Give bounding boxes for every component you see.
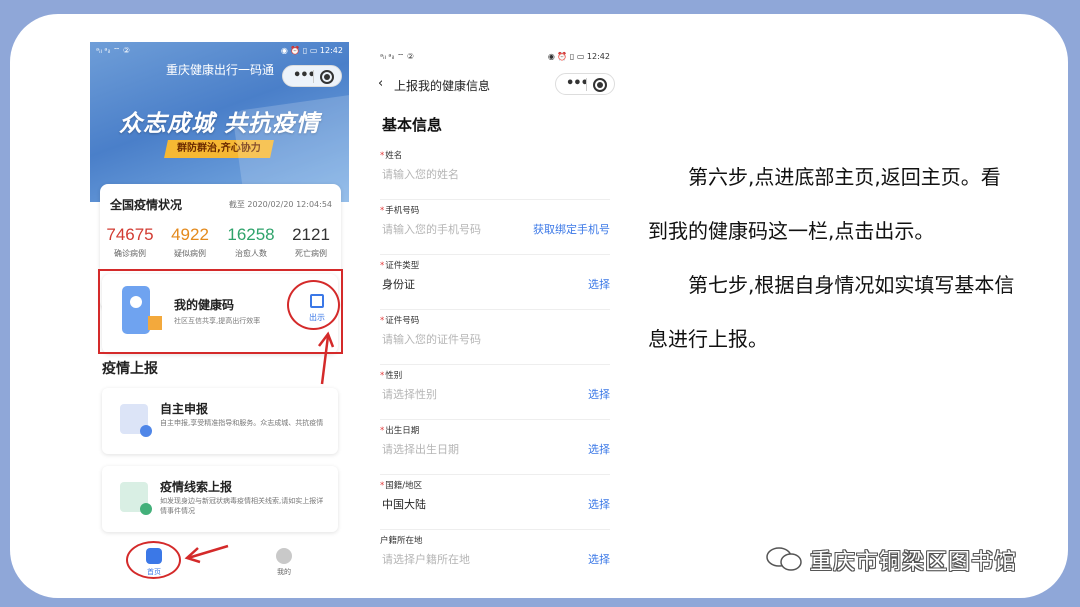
field-name[interactable]: *姓名 请输入您的姓名 [380, 145, 610, 200]
highlight-circle [287, 280, 340, 330]
stat-cured: 16258 治愈人数 [221, 224, 281, 259]
field-birthdate[interactable]: *出生日期 请选择出生日期 选择 [380, 420, 610, 475]
get-bound-phone-link[interactable]: 获取绑定手机号 [533, 221, 610, 237]
stat-value: 16258 [227, 225, 275, 244]
user-icon [276, 548, 292, 564]
capsule-menu[interactable]: ••• [282, 65, 342, 87]
select-link[interactable]: 选择 [588, 441, 610, 457]
select-link[interactable]: 选择 [588, 496, 610, 512]
watermark-text: 重庆市铜梁区图书馆 [810, 550, 1018, 575]
gender-value: 请选择性别 [382, 388, 437, 401]
stat-label: 疑似病例 [174, 249, 206, 258]
status-time: ◉ ⏰ ▯ ▭ 12:42 [280, 46, 343, 55]
field-phone[interactable]: *手机号码 请输入您的手机号码 获取绑定手机号 [380, 200, 610, 255]
section-title: 疫情上报 [102, 361, 158, 377]
id-type-value: 身份证 [382, 278, 415, 291]
report-desc: 如发现身边与新冠状病毒疫情相关线索,请如实上报详情事件情况 [160, 497, 324, 515]
clipboard-icon [120, 404, 152, 437]
stat-label: 死亡病例 [295, 249, 327, 258]
stat-value: 2121 [292, 225, 330, 244]
status-bar: ᵃᵢₗ ᵃᵢₗ ⌔ ② ◉ ⏰ ▯ ▭ 12:42 [96, 45, 343, 59]
more-icon[interactable]: ••• [566, 76, 589, 91]
stats-title: 全国疫情状况 [110, 198, 183, 212]
field-id-type[interactable]: *证件类型 身份证 选择 [380, 255, 610, 310]
stat-value: 74675 [106, 225, 154, 244]
tab-highlight-circle [126, 541, 181, 579]
nationality-value: 中国大陆 [382, 498, 426, 511]
report-desc: 自主申报,享受精准指导和服务。众志成城、共抗疫情 [160, 419, 324, 427]
folder-icon [120, 482, 152, 515]
name-input[interactable]: 请输入您的姓名 [382, 166, 459, 182]
mini-program-title: 重庆健康出行一码通 [165, 63, 274, 77]
stat-value: 4922 [171, 225, 209, 244]
stats-date: 截至 2020/02/20 12:04:54 [228, 200, 332, 209]
report-title: 自主申报 [160, 402, 209, 416]
wechat-icon [766, 547, 802, 571]
household-value: 请选择户籍所在地 [382, 553, 470, 566]
banner-slogan: 众志成城 共抗疫情 [118, 111, 320, 137]
section-title: 基本信息 [382, 116, 443, 134]
step-six-paragraph: 第六步,点进底部主页,返回主页。看到我的健康码这一栏,点击出示。 [648, 165, 1001, 243]
phone-home-screen: ᵃᵢₗ ᵃᵢₗ ⌔ ② ◉ ⏰ ▯ ▭ 12:42 重庆健康出行一码通 ••• … [90, 42, 349, 583]
field-household[interactable]: 户籍所在地 请选择户籍所在地 选择 [380, 530, 610, 583]
stat-confirmed: 74675 确诊病例 [100, 224, 160, 259]
birthdate-value: 请选择出生日期 [382, 443, 459, 456]
status-bar: ᵃᵢₗ ᵃᵢₗ ⌔ ② ◉ ⏰ ▯ ▭ 12:42 [380, 52, 610, 64]
page-title: 上报我的健康信息 [394, 79, 491, 93]
stat-suspected: 4922 疑似病例 [160, 224, 220, 259]
step-seven-paragraph: 第七步,根据自身情况如实填写基本信息进行上报。 [648, 273, 1015, 351]
status-time: ◉ ⏰ ▯ ▭ 12:42 [547, 52, 610, 61]
signal-indicators: ᵃᵢₗ ᵃᵢₗ ⌔ ② [96, 46, 131, 55]
more-icon[interactable]: ••• [293, 68, 316, 83]
capsule-menu[interactable]: ••• [555, 73, 615, 95]
tab-mine[interactable]: 我的 [264, 548, 304, 577]
stat-label: 确诊病例 [114, 249, 146, 258]
select-link[interactable]: 选择 [588, 551, 610, 567]
phone-health-form: ᵃᵢₗ ᵃᵢₗ ⌔ ② ◉ ⏰ ▯ ▭ 12:42 ‹ 上报我的健康信息 •••… [372, 42, 618, 583]
hero-banner: ᵃᵢₗ ᵃᵢₗ ⌔ ② ◉ ⏰ ▯ ▭ 12:42 重庆健康出行一码通 ••• … [90, 42, 349, 202]
instruction-text: 第六步,点进底部主页,返回主页。看到我的健康码这一栏,点击出示。 第七步,根据自… [648, 150, 1018, 366]
field-nationality[interactable]: *国籍/地区 中国大陆 选择 [380, 475, 610, 530]
id-number-input[interactable]: 请输入您的证件号码 [382, 331, 481, 347]
back-icon[interactable]: ‹ [378, 76, 383, 91]
clue-report-card[interactable]: 疫情线索上报 如发现身边与新冠状病毒疫情相关线索,请如实上报详情事件情况 [102, 466, 338, 532]
field-id-number[interactable]: *证件号码 请输入您的证件号码 [380, 310, 610, 365]
arrow-left-icon [184, 544, 229, 564]
self-report-card[interactable]: 自主申报 自主申报,享受精准指导和服务。众志成城、共抗疫情 [102, 388, 338, 454]
report-title: 疫情线索上报 [160, 480, 233, 494]
banner-tag: 群防群治,齐心协力 [164, 140, 274, 158]
stat-label: 治愈人数 [235, 249, 267, 258]
phone-input[interactable]: 请输入您的手机号码 [382, 221, 481, 237]
close-target-icon[interactable] [320, 70, 334, 84]
select-link[interactable]: 选择 [588, 386, 610, 402]
stat-deaths: 2121 死亡病例 [281, 224, 341, 259]
arrow-up-icon [318, 331, 335, 385]
signal-indicators: ᵃᵢₗ ᵃᵢₗ ⌔ ② [380, 52, 415, 61]
select-link[interactable]: 选择 [588, 276, 610, 292]
field-gender[interactable]: *性别 请选择性别 选择 [380, 365, 610, 420]
close-target-icon[interactable] [593, 78, 607, 92]
